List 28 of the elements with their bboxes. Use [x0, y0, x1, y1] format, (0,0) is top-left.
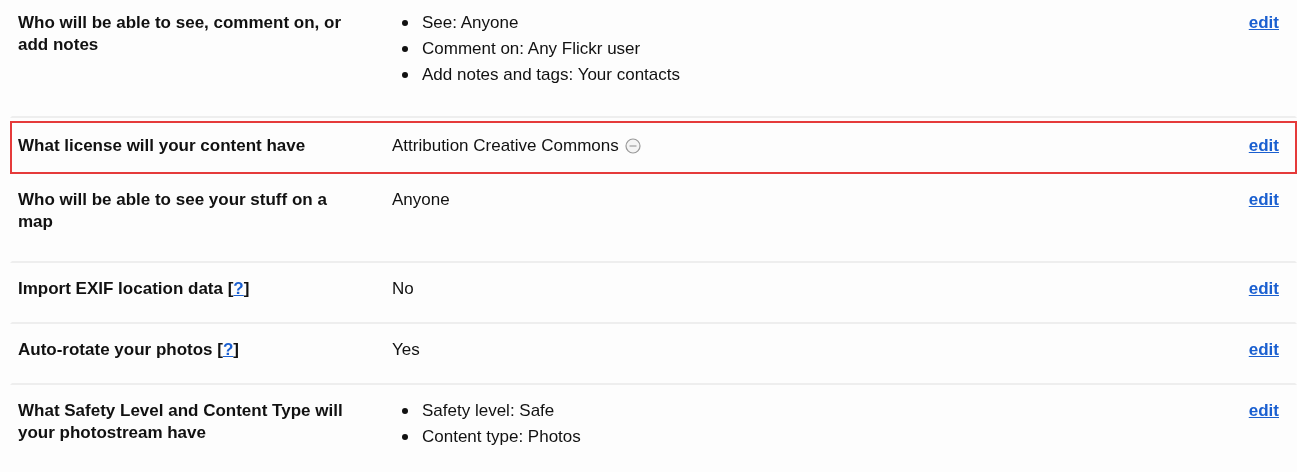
setting-label: Who will be able to see your stuff on a map [18, 189, 328, 233]
bullet-icon [402, 72, 408, 78]
setting-value: Attribution Creative Commons [392, 135, 619, 157]
setting-value: Safety level: Safe [422, 400, 555, 422]
license-icon [624, 138, 641, 154]
setting-label: What license will your content have [18, 135, 306, 157]
setting-label: What Safety Level and Content Type will your photostream have [18, 400, 344, 444]
edit-link[interactable]: edit [1248, 135, 1279, 157]
edit-link[interactable]: edit [1248, 278, 1279, 300]
setting-value: Yes [392, 339, 420, 361]
edit-link[interactable]: edit [1248, 12, 1279, 34]
help-link[interactable]: ? [233, 279, 244, 298]
setting-value: Content type: Photos [422, 426, 581, 448]
setting-label: Import EXIF location data [?] [18, 278, 250, 300]
bullet-icon [402, 20, 408, 26]
setting-value: See: Anyone [422, 12, 519, 34]
bullet-icon [402, 46, 408, 52]
setting-value: Comment on: Any Flickr user [422, 38, 641, 60]
setting-value: Anyone [392, 189, 450, 211]
edit-link[interactable]: edit [1248, 339, 1279, 361]
setting-label: Who will be able to see, comment on, or add notes [18, 12, 343, 56]
edit-link[interactable]: edit [1248, 189, 1279, 211]
setting-value: Add notes and tags: Your contacts [422, 64, 681, 86]
setting-label: Auto-rotate your photos [?] [18, 339, 239, 361]
edit-link[interactable]: edit [1248, 400, 1279, 422]
setting-value: No [392, 278, 414, 300]
bullet-icon [402, 434, 408, 440]
bullet-icon [402, 408, 408, 414]
